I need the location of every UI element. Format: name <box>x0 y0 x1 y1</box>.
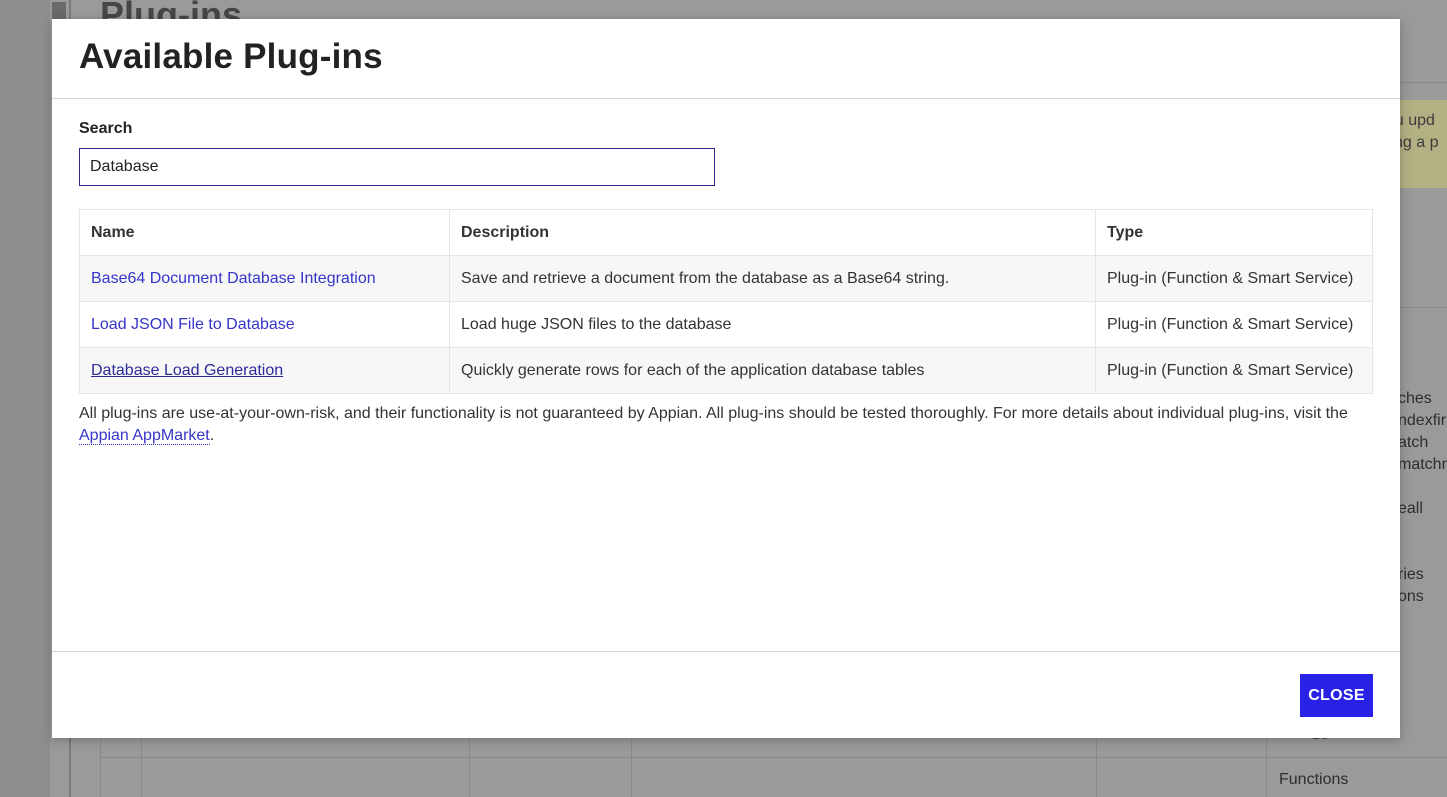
background-list-item: atch <box>1398 434 1429 451</box>
appmarket-link[interactable]: Appian AppMarket <box>79 427 210 445</box>
plugin-name-link[interactable]: Base64 Document Database Integration <box>91 270 376 287</box>
table-row: Database Load Generation Quickly generat… <box>79 347 1373 394</box>
plugin-description-cell: Save and retrieve a document from the da… <box>449 255 1096 302</box>
close-button[interactable]: CLOSE <box>1300 674 1373 717</box>
dialog-footer: CLOSE <box>52 651 1400 739</box>
plugin-name-link[interactable]: Load JSON File to Database <box>91 316 295 333</box>
plugins-table: Name Description Type Base64 Document Da… <box>79 209 1373 394</box>
background-list-item: ndexfir <box>1398 412 1447 429</box>
background-list-item: ries <box>1398 566 1424 583</box>
background-functions-label: Functions <box>1279 771 1349 788</box>
background-list-item: eall <box>1398 500 1423 517</box>
disclaimer-body: All plug-ins are use-at-your-own-risk, a… <box>79 405 1348 422</box>
background-table-divider <box>100 738 101 797</box>
column-header-type: Type <box>1095 209 1373 256</box>
disclaimer-suffix: . <box>209 427 215 444</box>
background-function-list: ches ndexfir atch matchr eall ries ons <box>1398 388 1447 608</box>
background-list-item <box>1398 476 1447 498</box>
background-list-item: matchr <box>1398 456 1447 473</box>
background-table-rule <box>100 757 1447 758</box>
background-table-divider <box>141 738 142 797</box>
dialog-header: Available Plug-ins <box>52 19 1400 99</box>
background-list-item: ons <box>1398 588 1424 605</box>
background-scroll-thumb <box>52 2 66 20</box>
available-plugins-dialog: Available Plug-ins Search Name Descripti… <box>52 19 1400 738</box>
plugin-name-cell: Load JSON File to Database <box>79 301 450 348</box>
background-table-divider <box>631 738 632 797</box>
column-header-description: Description <box>449 209 1096 256</box>
plugin-type-cell: Plug-in (Function & Smart Service) <box>1095 255 1373 302</box>
background-list-item <box>1398 542 1447 564</box>
background-list-item: ches <box>1398 390 1432 407</box>
disclaimer-text: All plug-ins are use-at-your-own-risk, a… <box>79 403 1369 447</box>
search-label: Search <box>79 120 133 137</box>
plugin-type-cell: Plug-in (Function & Smart Service) <box>1095 347 1373 394</box>
table-row: Load JSON File to Database Load huge JSO… <box>79 301 1373 348</box>
plugin-name-link[interactable]: Database Load Generation <box>91 362 283 379</box>
table-row: Base64 Document Database Integration Sav… <box>79 255 1373 302</box>
search-input[interactable] <box>79 148 715 186</box>
background-table-divider <box>1096 738 1097 797</box>
background-list-item <box>1398 520 1447 542</box>
plugin-description-cell: Quickly generate rows for each of the ap… <box>449 347 1096 394</box>
plugin-description-cell: Load huge JSON files to the database <box>449 301 1096 348</box>
plugin-name-cell: Database Load Generation <box>79 347 450 394</box>
plugin-type-cell: Plug-in (Function & Smart Service) <box>1095 301 1373 348</box>
plugin-name-cell: Base64 Document Database Integration <box>79 255 450 302</box>
background-table-divider <box>1266 738 1267 797</box>
dialog-title: Available Plug-ins <box>79 37 383 76</box>
background-table-divider <box>469 738 470 797</box>
column-header-name: Name <box>79 209 450 256</box>
table-header-row: Name Description Type <box>79 209 1373 256</box>
background-left-nav <box>0 0 50 797</box>
